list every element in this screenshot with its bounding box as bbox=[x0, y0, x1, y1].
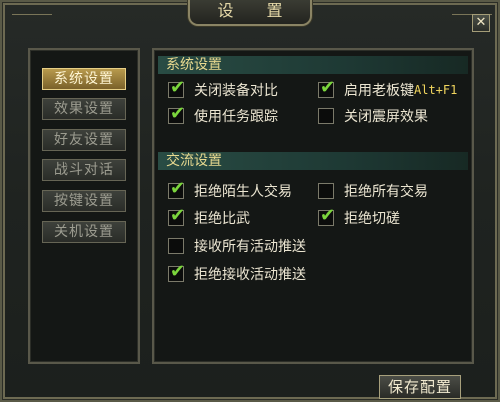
checkbox[interactable]: ✔ bbox=[168, 103, 186, 124]
option-label: 启用老板键 bbox=[344, 83, 414, 99]
option-receive-all-event-push[interactable]: 接收所有活动推送 bbox=[168, 236, 306, 256]
close-icon: ✕ bbox=[475, 15, 487, 30]
option-label: 拒绝接收活动推送 bbox=[194, 267, 306, 283]
settings-nav: 系统设置 效果设置 好友设置 战斗对话 按键设置 关机设置 bbox=[28, 48, 140, 364]
nav-friend-settings[interactable]: 好友设置 bbox=[42, 129, 126, 151]
check-icon: ✔ bbox=[170, 178, 186, 199]
option-label: 关闭震屏效果 bbox=[344, 109, 428, 125]
option-refuse-duel[interactable]: ✔ 拒绝比武 bbox=[168, 205, 250, 228]
check-icon: ✔ bbox=[170, 205, 186, 226]
option-label: 使用任务跟踪 bbox=[194, 109, 278, 125]
option-disable-equip-compare[interactable]: ✔ 关闭装备对比 bbox=[168, 77, 278, 100]
option-refuse-all-trade[interactable]: 拒绝所有交易 bbox=[318, 181, 428, 201]
checkbox[interactable]: ✔ bbox=[168, 261, 186, 282]
window-title: 设 置 bbox=[188, 0, 312, 26]
check-icon: ✔ bbox=[170, 103, 186, 124]
nav-shutdown-settings[interactable]: 关机设置 bbox=[42, 221, 126, 243]
option-label: 拒绝陌生人交易 bbox=[194, 184, 292, 200]
hotkey-label: Alt+F1 bbox=[414, 83, 458, 97]
section-header-system: 系统设置 bbox=[158, 56, 468, 74]
checkbox[interactable]: ✔ bbox=[168, 77, 186, 98]
checkbox[interactable]: ✔ bbox=[168, 205, 186, 226]
nav-battle-chat[interactable]: 战斗对话 bbox=[42, 159, 126, 181]
settings-window: 设 置 ✕ 系统设置 效果设置 好友设置 战斗对话 按键设置 关机设置 系统设置… bbox=[0, 0, 500, 402]
option-refuse-spar[interactable]: ✔ 拒绝切磋 bbox=[318, 205, 400, 228]
option-boss-key[interactable]: ✔ 启用老板键 Alt+F1 bbox=[318, 77, 458, 100]
check-icon: ✔ bbox=[320, 205, 336, 226]
option-quest-tracking[interactable]: ✔ 使用任务跟踪 bbox=[168, 103, 278, 126]
checkbox[interactable]: ✔ bbox=[318, 205, 336, 226]
option-refuse-event-push[interactable]: ✔ 拒绝接收活动推送 bbox=[168, 261, 306, 284]
nav-system-settings[interactable]: 系统设置 bbox=[42, 68, 126, 90]
check-icon: ✔ bbox=[170, 77, 186, 98]
nav-effect-settings[interactable]: 效果设置 bbox=[42, 98, 126, 120]
option-label: 拒绝比武 bbox=[194, 211, 250, 227]
check-icon: ✔ bbox=[170, 261, 186, 282]
frame-ornament-left bbox=[12, 4, 52, 15]
close-button[interactable]: ✕ bbox=[472, 14, 490, 32]
option-label: 拒绝所有交易 bbox=[344, 184, 428, 200]
checkbox[interactable]: ✔ bbox=[168, 178, 186, 199]
settings-content: 系统设置 ✔ 关闭装备对比 ✔ 启用老板键 Alt+F1 ✔ 使用任务跟踪 关闭震… bbox=[152, 48, 474, 364]
save-config-button[interactable]: 保存配置 bbox=[379, 375, 461, 399]
option-disable-screen-shake[interactable]: 关闭震屏效果 bbox=[318, 106, 428, 126]
option-label: 拒绝切磋 bbox=[344, 211, 400, 227]
nav-key-settings[interactable]: 按键设置 bbox=[42, 190, 126, 212]
option-label: 接收所有活动推送 bbox=[194, 239, 306, 255]
check-icon: ✔ bbox=[320, 77, 336, 98]
checkbox[interactable]: ✔ bbox=[318, 77, 336, 98]
option-refuse-stranger-trade[interactable]: ✔ 拒绝陌生人交易 bbox=[168, 178, 292, 201]
section-header-chat: 交流设置 bbox=[158, 152, 468, 170]
checkbox[interactable] bbox=[168, 238, 184, 254]
checkbox[interactable] bbox=[318, 108, 334, 124]
checkbox[interactable] bbox=[318, 183, 334, 199]
option-label: 关闭装备对比 bbox=[194, 83, 278, 99]
